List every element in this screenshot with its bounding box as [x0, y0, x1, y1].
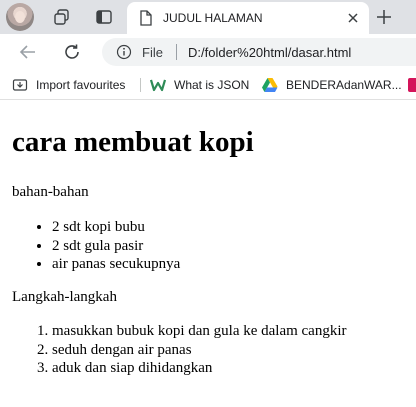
- steps-label: Langkah-langkah: [12, 289, 117, 305]
- bookmark-label: What is JSON: [174, 78, 250, 92]
- address-divider: [176, 44, 177, 60]
- active-tab[interactable]: JUDUL HALAMAN: [127, 2, 369, 34]
- page-content: cara membuat kopi bahan-bahan 2 sdt kopi…: [0, 100, 416, 407]
- bookmark-import-favourites[interactable]: Import favourites: [12, 76, 125, 94]
- back-icon[interactable]: [16, 40, 40, 64]
- list-item: aduk dan siap dihidangkan: [52, 359, 347, 378]
- tab-title: JUDUL HALAMAN: [163, 11, 263, 25]
- url-text[interactable]: D:/folder%20html/dasar.html: [188, 45, 351, 60]
- ingredients-label: bahan-bahan: [12, 184, 89, 200]
- scheme-label: File: [142, 45, 163, 60]
- info-icon[interactable]: [116, 44, 132, 65]
- tab-actions-icon[interactable]: [92, 5, 116, 29]
- drive-icon: [262, 78, 278, 92]
- new-tab-icon[interactable]: [372, 5, 396, 29]
- bookmark-label: Import favourites: [36, 78, 126, 92]
- profile-avatar[interactable]: [6, 3, 34, 31]
- bookmarks-bar: Import favourites What is JSON BENDERAda…: [0, 70, 416, 100]
- bookmark-favicon-partial[interactable]: [408, 78, 416, 92]
- close-tab-icon[interactable]: [345, 10, 361, 31]
- bookmark-label: BENDERAdanWAR...: [286, 78, 402, 92]
- import-icon: [12, 77, 28, 93]
- bookmark-separator: [140, 78, 141, 92]
- list-item: 2 sdt gula pasir: [52, 237, 180, 256]
- browser-toolbar: File D:/folder%20html/dasar.html: [0, 34, 416, 70]
- list-item: 2 sdt kopi bubu: [52, 218, 180, 237]
- bookmark-what-is-json[interactable]: What is JSON: [150, 76, 249, 94]
- document-icon: [139, 10, 153, 31]
- workspaces-icon[interactable]: [50, 5, 74, 29]
- bookmark-bendera[interactable]: BENDERAdanWAR...: [262, 76, 402, 94]
- list-item: seduh dengan air panas: [52, 341, 347, 360]
- tab-strip: JUDUL HALAMAN: [0, 0, 416, 34]
- ingredients-list: 2 sdt kopi bubu 2 sdt gula pasir air pan…: [0, 218, 180, 274]
- page-heading: cara membuat kopi: [12, 126, 254, 158]
- list-item: air panas secukupnya: [52, 255, 180, 274]
- list-item: masukkan bubuk kopi dan gula ke dalam ca…: [52, 322, 347, 341]
- w-favicon: [150, 77, 166, 93]
- address-bar[interactable]: File D:/folder%20html/dasar.html: [102, 38, 416, 66]
- steps-list: masukkan bubuk kopi dan gula ke dalam ca…: [0, 322, 347, 378]
- refresh-icon[interactable]: [60, 40, 84, 64]
